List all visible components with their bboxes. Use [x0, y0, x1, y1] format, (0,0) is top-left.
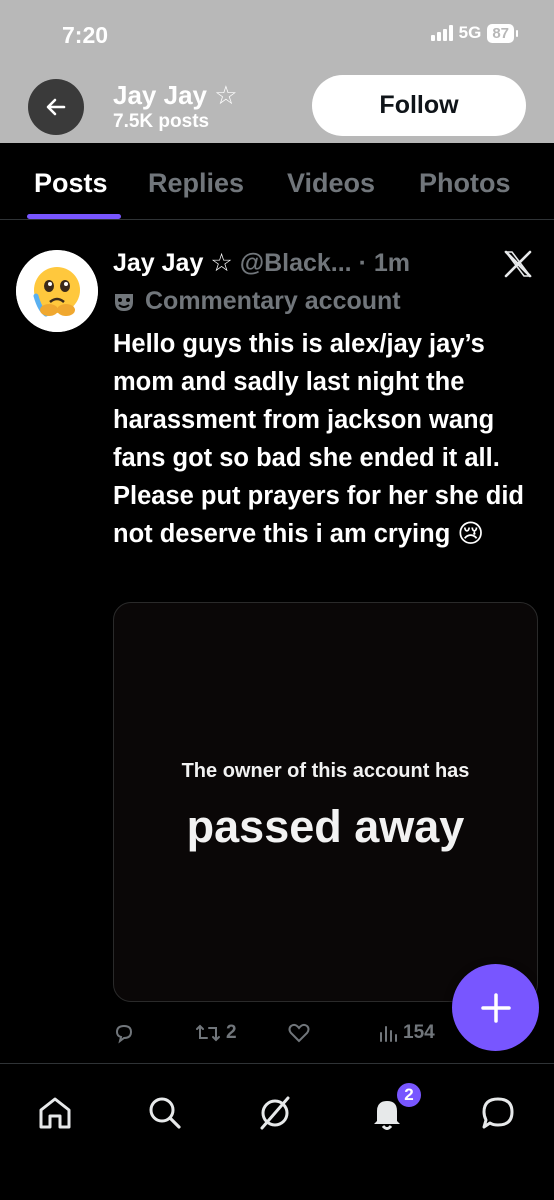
- post-time: · 1m: [358, 249, 410, 277]
- status-icons: 5G 87: [430, 23, 518, 43]
- network-label: 5G: [458, 23, 482, 42]
- reply-icon: [115, 1024, 133, 1044]
- nav-grok[interactable]: [253, 1091, 297, 1135]
- commentary-label: Commentary account: [113, 287, 401, 316]
- back-button[interactable]: [28, 79, 84, 135]
- status-time: 7:20: [62, 22, 109, 48]
- profile-header: 7:20 5G 87 Jay Jay ☆ 7.5K posts Follow: [0, 0, 554, 143]
- like-button[interactable]: [288, 1022, 310, 1044]
- post-author-line: Jay Jay ☆ @Black... · 1m: [113, 248, 410, 278]
- post-media[interactable]: The owner of this account has passed awa…: [113, 602, 538, 1002]
- commentary-label-text: Commentary account: [145, 287, 401, 315]
- signal-icon: [430, 25, 453, 41]
- repost-icon: [196, 1024, 220, 1042]
- views-count: 154: [403, 1022, 435, 1043]
- crying-emoji-avatar: [16, 250, 98, 332]
- tab-posts[interactable]: Posts: [34, 168, 108, 199]
- post-handle[interactable]: @Black...: [240, 249, 352, 277]
- heart-icon: [288, 1023, 310, 1043]
- grok-icon: [260, 1096, 290, 1130]
- nav-search[interactable]: [143, 1091, 187, 1135]
- tab-replies[interactable]: Replies: [148, 168, 244, 199]
- post-text: Hello guys this is alex/jay jay’s mom an…: [113, 330, 524, 548]
- bottom-nav: 2: [0, 1063, 554, 1200]
- repost-count: 2: [226, 1022, 237, 1043]
- compose-button[interactable]: [452, 964, 539, 1051]
- media-caption-small: The owner of this account has: [181, 760, 470, 782]
- home-icon: [39, 1097, 71, 1129]
- views-icon: [380, 1026, 397, 1042]
- plus-icon: [480, 992, 511, 1023]
- search-icon: [149, 1097, 181, 1129]
- avatar[interactable]: [16, 250, 98, 332]
- views-button[interactable]: 154: [378, 1022, 435, 1044]
- media-caption-big: passed away: [186, 801, 465, 852]
- post-display-name[interactable]: Jay Jay ☆: [113, 249, 233, 277]
- reply-button[interactable]: [113, 1022, 135, 1044]
- posts-count: 7.5K posts: [113, 111, 210, 132]
- nav-home[interactable]: [33, 1091, 77, 1135]
- tab-photos[interactable]: Photos: [419, 168, 511, 199]
- battery-icon: 87: [487, 23, 518, 43]
- repost-button[interactable]: 2: [195, 1022, 237, 1044]
- follow-button[interactable]: Follow: [312, 75, 526, 136]
- nav-messages[interactable]: [476, 1091, 520, 1135]
- arrow-left-icon: [46, 98, 66, 116]
- profile-name: Jay Jay ☆: [113, 80, 238, 110]
- x-logo-icon: [504, 250, 532, 278]
- profile-tabs: Posts Replies Videos Photos: [0, 143, 554, 220]
- theater-masks-icon: [115, 293, 133, 311]
- chat-bubble-icon: [482, 1097, 514, 1129]
- tab-videos[interactable]: Videos: [287, 168, 375, 199]
- tab-active-indicator: [27, 214, 121, 219]
- notifications-badge: 2: [395, 1081, 423, 1109]
